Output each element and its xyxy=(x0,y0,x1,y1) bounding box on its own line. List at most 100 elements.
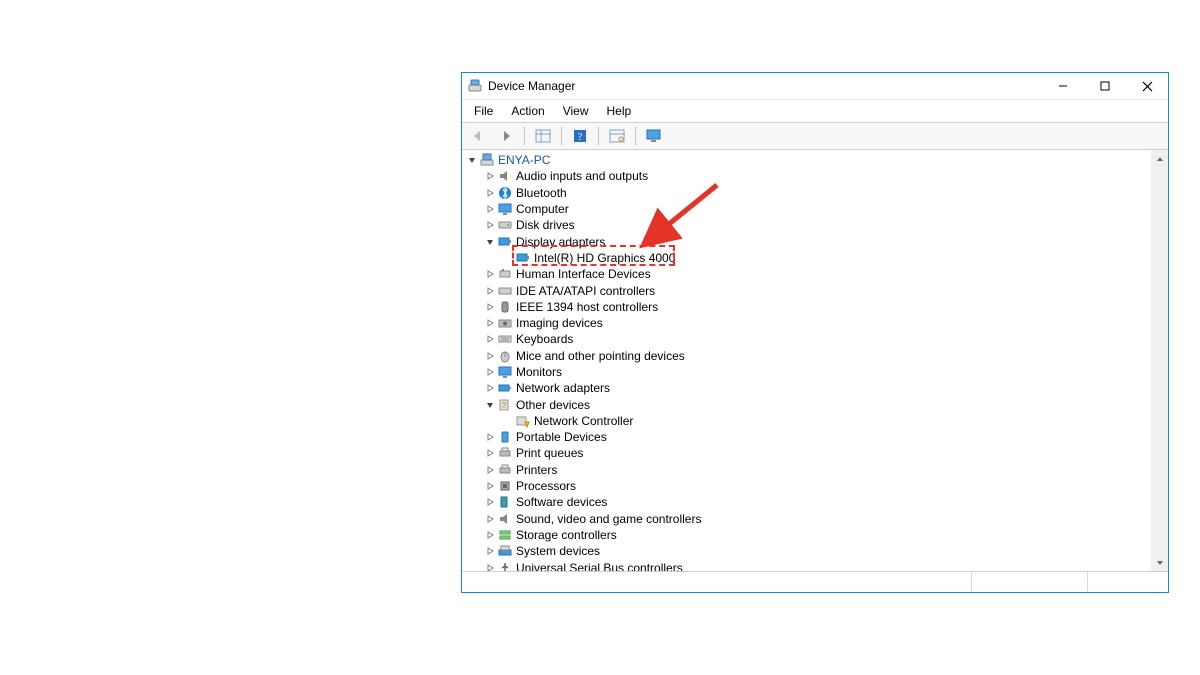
toolbar: ? xyxy=(462,123,1168,150)
tree-root[interactable]: ENYA-PC xyxy=(466,152,1151,168)
tree-node-printqueues[interactable]: Print queues xyxy=(466,445,1151,461)
tree-node-keyboards[interactable]: Keyboards xyxy=(466,331,1151,347)
chevron-right-icon[interactable] xyxy=(484,219,496,231)
status-cell xyxy=(1088,572,1168,592)
bluetooth-icon xyxy=(498,186,512,200)
tree-label: ENYA-PC xyxy=(498,153,550,167)
tree-label: Imaging devices xyxy=(516,316,603,330)
chevron-right-icon[interactable] xyxy=(484,447,496,459)
chevron-right-icon[interactable] xyxy=(484,366,496,378)
tree-label: Portable Devices xyxy=(516,430,607,444)
chevron-right-icon[interactable] xyxy=(484,170,496,182)
tree-node-storage[interactable]: Storage controllers xyxy=(466,527,1151,543)
tree-label: Display adapters xyxy=(516,235,605,249)
tree-node-software-devices[interactable]: Software devices xyxy=(466,494,1151,510)
help-button[interactable]: ? xyxy=(568,125,592,147)
tree-node-printers[interactable]: Printers xyxy=(466,462,1151,478)
close-button[interactable] xyxy=(1126,73,1168,99)
warning-device-icon xyxy=(516,414,530,428)
tree-label: Network adapters xyxy=(516,381,610,395)
firewire-icon xyxy=(498,300,512,314)
chevron-right-icon[interactable] xyxy=(484,464,496,476)
vertical-scrollbar[interactable] xyxy=(1151,150,1168,571)
tree-node-mice[interactable]: Mice and other pointing devices xyxy=(466,348,1151,364)
software-icon xyxy=(498,495,512,509)
computer-icon xyxy=(480,153,494,167)
keyboard-icon xyxy=(498,332,512,346)
tree-node-usb[interactable]: Universal Serial Bus controllers xyxy=(466,559,1151,571)
chevron-right-icon[interactable] xyxy=(484,529,496,541)
tree-node-imaging[interactable]: Imaging devices xyxy=(466,315,1151,331)
chevron-right-icon[interactable] xyxy=(484,382,496,394)
tree-node-bluetooth[interactable]: Bluetooth xyxy=(466,185,1151,201)
tree-label: IDE ATA/ATAPI controllers xyxy=(516,284,655,298)
tree-label: Software devices xyxy=(516,495,607,509)
maximize-button[interactable] xyxy=(1084,73,1126,99)
tree-node-display[interactable]: Display adapters xyxy=(466,233,1151,249)
tree-node-monitors[interactable]: Monitors xyxy=(466,364,1151,380)
tree-node-hid[interactable]: Human Interface Devices xyxy=(466,266,1151,282)
tree-label: IEEE 1394 host controllers xyxy=(516,300,658,314)
chevron-right-icon[interactable] xyxy=(484,513,496,525)
chevron-right-icon[interactable] xyxy=(484,203,496,215)
chevron-down-icon[interactable] xyxy=(484,236,496,248)
menu-action[interactable]: Action xyxy=(503,102,552,120)
monitor-icon xyxy=(498,365,512,379)
tree-node-system-devices[interactable]: System devices xyxy=(466,543,1151,559)
menu-view[interactable]: View xyxy=(555,102,597,120)
chevron-right-icon[interactable] xyxy=(484,480,496,492)
show-hide-console-button[interactable] xyxy=(531,125,555,147)
tree-label: Computer xyxy=(516,202,569,216)
tree-label: Universal Serial Bus controllers xyxy=(516,561,683,571)
storage-icon xyxy=(498,528,512,542)
tree-node-audio[interactable]: Audio inputs and outputs xyxy=(466,168,1151,184)
chevron-right-icon[interactable] xyxy=(484,317,496,329)
chevron-right-icon[interactable] xyxy=(484,431,496,443)
menu-file[interactable]: File xyxy=(466,102,501,120)
tree-node-portable[interactable]: Portable Devices xyxy=(466,429,1151,445)
chevron-right-icon[interactable] xyxy=(484,301,496,313)
monitor-icon xyxy=(498,202,512,216)
forward-button[interactable] xyxy=(494,125,518,147)
chevron-right-icon[interactable] xyxy=(484,268,496,280)
tree-node-processors[interactable]: Processors xyxy=(466,478,1151,494)
menubar: File Action View Help xyxy=(462,99,1168,123)
tree-label: Disk drives xyxy=(516,218,575,232)
chevron-right-icon[interactable] xyxy=(484,285,496,297)
chevron-right-icon[interactable] xyxy=(484,562,496,571)
tree-node-display-child[interactable]: Intel(R) HD Graphics 4000 xyxy=(466,250,1151,266)
menu-help[interactable]: Help xyxy=(599,102,640,120)
monitor-button[interactable] xyxy=(642,125,666,147)
tree-node-network-adapters[interactable]: Network adapters xyxy=(466,380,1151,396)
tree-node-other-child[interactable]: Network Controller xyxy=(466,413,1151,429)
chevron-right-icon[interactable] xyxy=(484,545,496,557)
question-icon: ? xyxy=(498,398,512,412)
device-tree[interactable]: ENYA-PC Audio inputs and outputs Bluetoo… xyxy=(462,150,1151,571)
printer-icon xyxy=(498,446,512,460)
tree-node-other-devices[interactable]: ? Other devices xyxy=(466,396,1151,412)
tree-label: Storage controllers xyxy=(516,528,617,542)
chevron-right-icon[interactable] xyxy=(484,496,496,508)
chevron-right-icon[interactable] xyxy=(484,350,496,362)
chevron-down-icon[interactable] xyxy=(466,154,478,166)
usb-icon xyxy=(498,561,512,571)
device-manager-window: Device Manager File Action View Help xyxy=(461,72,1169,593)
tree-label: Bluetooth xyxy=(516,186,567,200)
statusbar xyxy=(462,572,1168,592)
tree-node-disk[interactable]: Disk drives xyxy=(466,217,1151,233)
toolbar-separator xyxy=(524,127,525,145)
back-button[interactable] xyxy=(466,125,490,147)
scroll-up-button[interactable] xyxy=(1151,150,1168,167)
scroll-down-button[interactable] xyxy=(1151,554,1168,571)
tree-node-computer[interactable]: Computer xyxy=(466,201,1151,217)
tree-label: Audio inputs and outputs xyxy=(516,169,648,183)
tree-node-sound[interactable]: Sound, video and game controllers xyxy=(466,511,1151,527)
ide-icon xyxy=(498,284,512,298)
minimize-button[interactable] xyxy=(1042,73,1084,99)
chevron-right-icon[interactable] xyxy=(484,187,496,199)
tree-node-ieee1394[interactable]: IEEE 1394 host controllers xyxy=(466,299,1151,315)
chevron-down-icon[interactable] xyxy=(484,399,496,411)
tree-node-ide[interactable]: IDE ATA/ATAPI controllers xyxy=(466,282,1151,298)
chevron-right-icon[interactable] xyxy=(484,333,496,345)
scan-hardware-button[interactable] xyxy=(605,125,629,147)
